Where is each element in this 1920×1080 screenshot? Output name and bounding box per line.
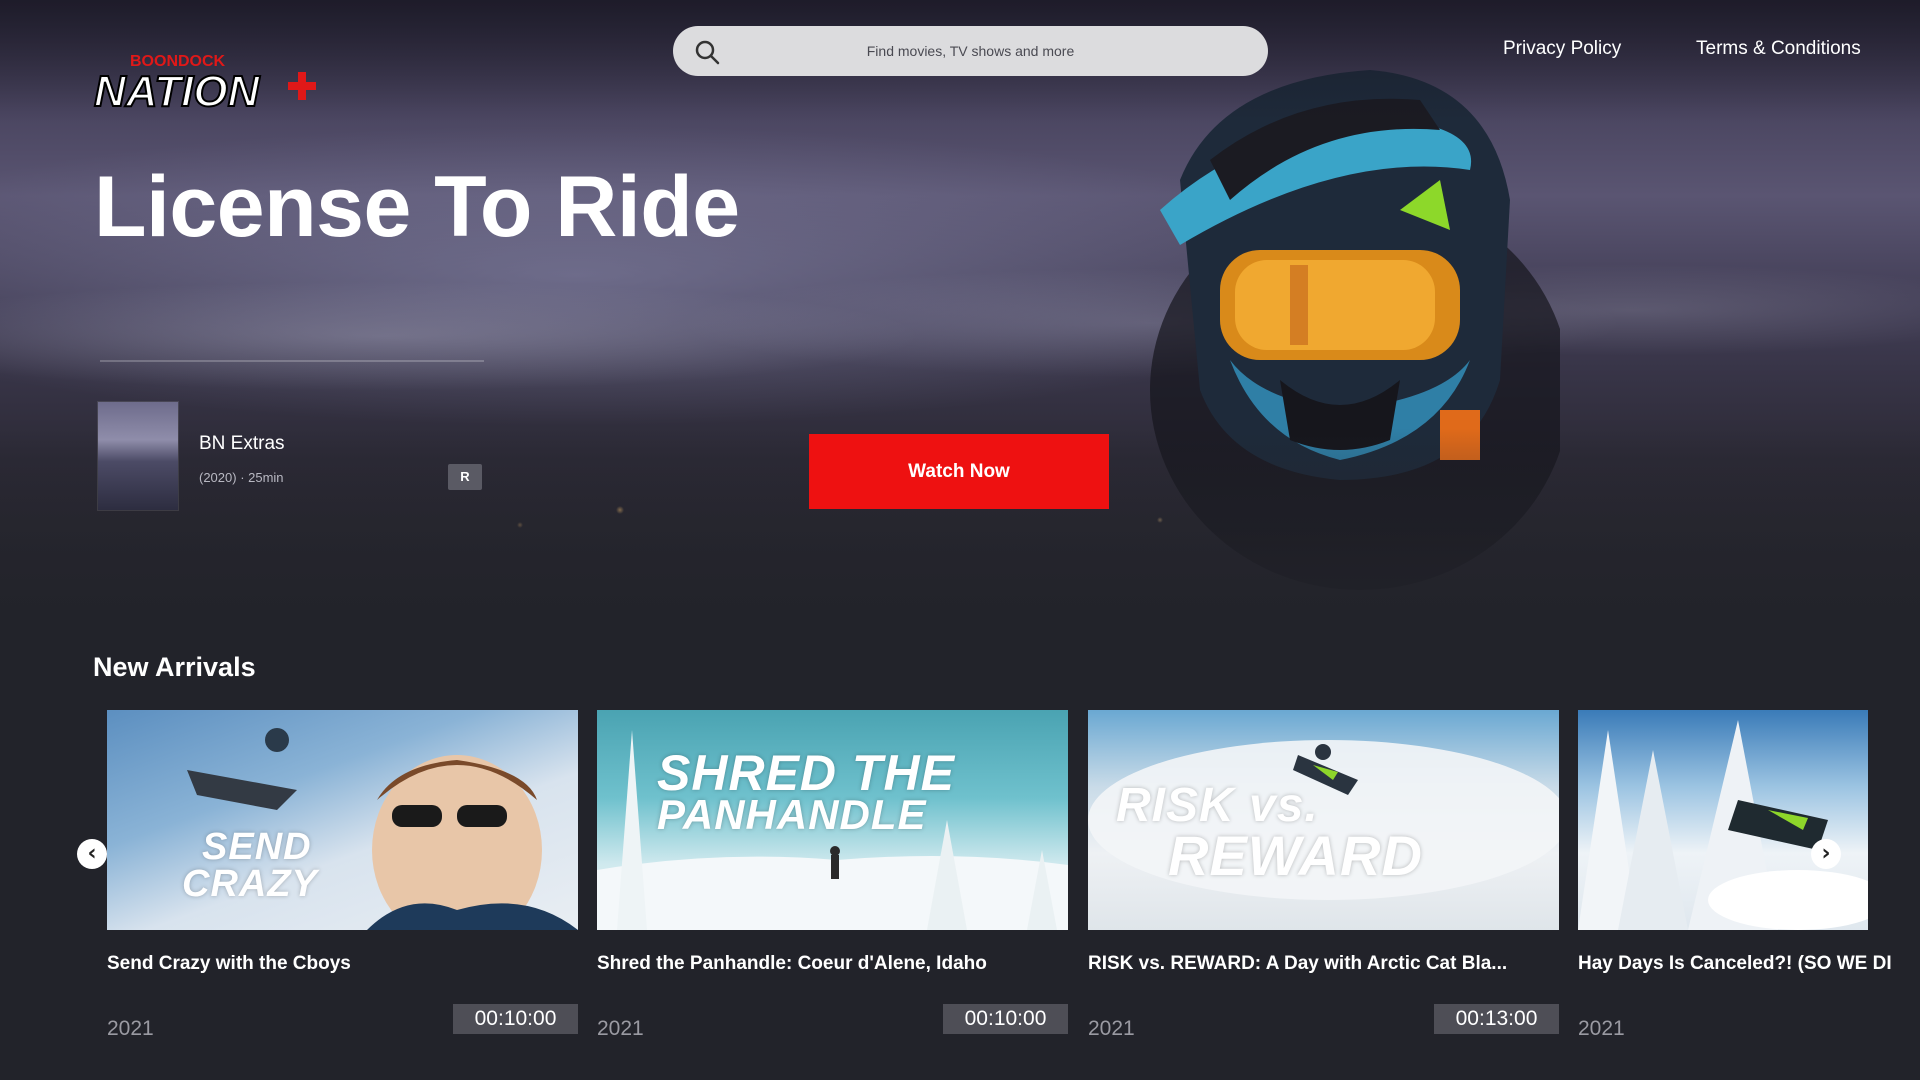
thumb-title-line: PANHANDLE — [657, 791, 927, 838]
thumb-title-line: CRAZY — [182, 863, 318, 905]
hero-divider — [100, 360, 484, 362]
video-duration: 00:10:00 — [943, 1004, 1068, 1034]
terms-conditions-link[interactable]: Terms & Conditions — [1696, 38, 1861, 60]
boondock-nation-logo[interactable]: BOONDOCK NATION — [92, 46, 322, 124]
video-title[interactable]: Send Crazy with the Cboys — [107, 953, 578, 975]
video-thumbnail[interactable]: SEND CRAZY — [107, 710, 578, 930]
video-thumbnail[interactable]: SHRED THE PANHANDLE — [597, 710, 1068, 930]
chevron-right-icon[interactable]: › — [1811, 839, 1841, 869]
video-thumbnail[interactable]: RISK vs. REWARD — [1088, 710, 1559, 930]
video-year: 2021 — [107, 1017, 154, 1040]
thumb-title-line: REWARD — [1168, 824, 1423, 887]
video-title[interactable]: Hay Days Is Canceled?! (SO WE DI — [1578, 953, 1920, 975]
thumb-title-line: SEND — [202, 826, 312, 868]
search-placeholder[interactable]: Find movies, TV shows and more — [733, 26, 1208, 76]
video-year: 2021 — [1088, 1017, 1135, 1040]
video-year: 2021 — [597, 1017, 644, 1040]
search-bar[interactable]: Find movies, TV shows and more — [673, 26, 1268, 76]
hero-title: License To Ride — [94, 159, 740, 255]
hero-thumbnail[interactable] — [98, 402, 178, 510]
video-title[interactable]: RISK vs. REWARD: A Day with Arctic Cat B… — [1088, 953, 1559, 975]
rating-badge: R — [448, 464, 482, 490]
video-title[interactable]: Shred the Panhandle: Coeur d'Alene, Idah… — [597, 953, 1068, 975]
thumb-title-line: RISK vs. — [1116, 779, 1319, 832]
new-arrivals-title: New Arrivals — [93, 652, 256, 682]
hero-meta: (2020) · 25min — [199, 470, 284, 485]
video-year: 2021 — [1578, 1017, 1625, 1040]
hero-collection-title[interactable]: BN Extras — [199, 433, 285, 455]
video-duration: 00:10:00 — [453, 1004, 578, 1034]
video-duration: 00:13:00 — [1434, 1004, 1559, 1034]
search-icon[interactable] — [693, 38, 721, 66]
video-thumbnail[interactable] — [1578, 710, 1868, 930]
watch-now-button[interactable]: Watch Now — [809, 434, 1109, 509]
svg-text:NATION: NATION — [94, 67, 261, 116]
privacy-policy-link[interactable]: Privacy Policy — [1503, 38, 1621, 60]
chevron-left-icon[interactable]: ‹ — [77, 839, 107, 869]
